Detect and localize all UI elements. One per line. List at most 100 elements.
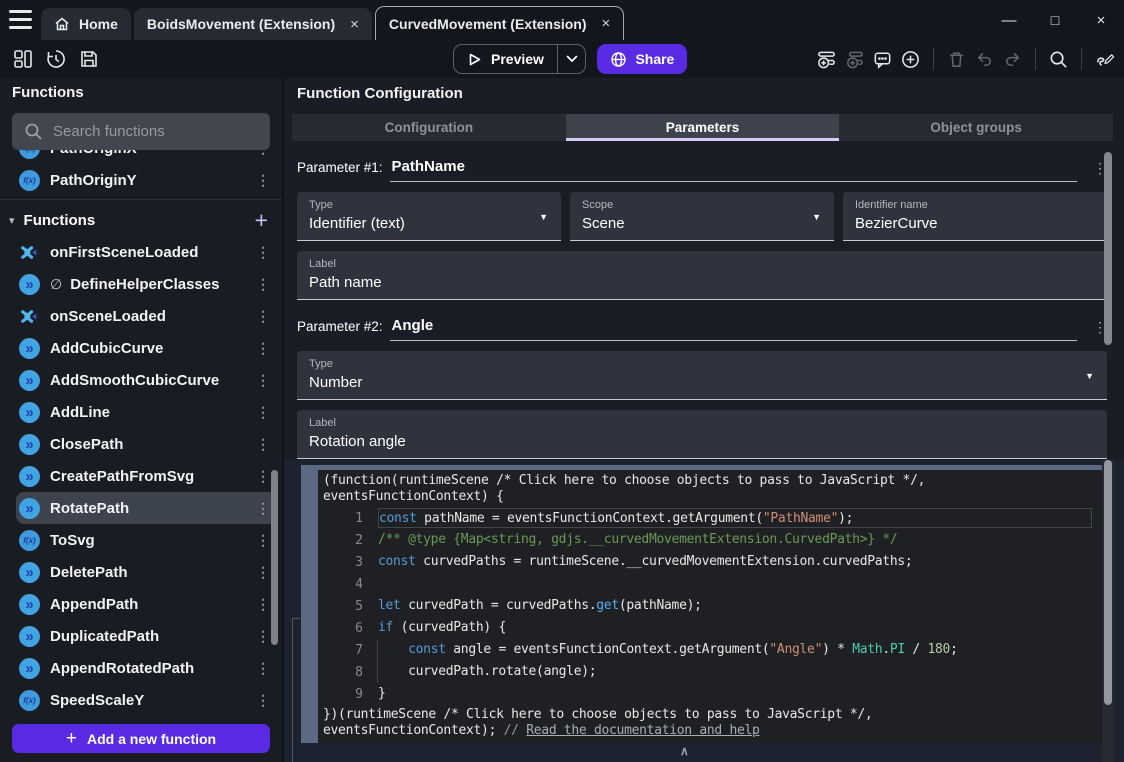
code-line[interactable]: 8 curvedPath.rotate(angle); xyxy=(323,661,1102,683)
item-menu-icon[interactable]: ⋮ xyxy=(256,564,270,581)
maximize-button[interactable]: □ xyxy=(1032,12,1078,28)
function-name: RotatePath xyxy=(50,500,256,517)
trash-icon[interactable] xyxy=(946,49,967,70)
code-line[interactable]: 4 xyxy=(323,573,1102,595)
preview-button[interactable]: Preview xyxy=(453,44,586,74)
item-menu-icon[interactable]: ⋮ xyxy=(256,468,270,485)
code-line[interactable]: 6if (curvedPath) { xyxy=(323,617,1102,639)
preview-options-button[interactable] xyxy=(558,45,585,73)
function-list-item[interactable]: »AppendRotatedPath⋮ xyxy=(16,652,276,684)
events-scrollbar-thumb[interactable] xyxy=(1104,460,1112,705)
tab-object-groups[interactable]: Object groups xyxy=(839,114,1113,141)
line-number: 7 xyxy=(323,643,378,658)
function-list-item[interactable]: »AddCubicCurve⋮ xyxy=(16,332,276,364)
function-list-item[interactable]: »DeletePath⋮ xyxy=(16,556,276,588)
layout-icon[interactable] xyxy=(12,48,34,70)
line-number: 6 xyxy=(323,621,378,636)
minimize-button[interactable]: — xyxy=(986,12,1032,29)
share-button[interactable]: Share xyxy=(597,44,687,74)
item-menu-icon[interactable]: ⋮ xyxy=(256,628,270,645)
function-list-item[interactable]: f(x)ToSvg⋮ xyxy=(16,524,276,556)
redo-icon[interactable] xyxy=(1002,49,1023,70)
item-menu-icon[interactable]: ⋮ xyxy=(256,436,270,453)
item-menu-icon[interactable]: ⋮ xyxy=(256,660,270,677)
item-menu-icon[interactable]: ⋮ xyxy=(256,532,270,549)
function-list-item[interactable]: f(x)PathOriginY⋮ xyxy=(16,164,276,196)
function-list-item[interactable]: f(x)SpeedScaleY⋮ xyxy=(16,684,276,716)
item-menu-icon[interactable]: ⋮ xyxy=(256,372,270,389)
function-list-item[interactable]: »ClosePath⋮ xyxy=(16,428,276,460)
add-comment-icon[interactable] xyxy=(872,49,893,70)
function-list-item[interactable]: »CreatePathFromSvg⋮ xyxy=(16,460,276,492)
function-list-item[interactable]: »DuplicatedPath⋮ xyxy=(16,620,276,652)
close-button[interactable]: × xyxy=(1078,12,1124,29)
item-menu-icon[interactable]: ⋮ xyxy=(256,692,270,709)
field-label: Identifier name xyxy=(855,199,1095,211)
functions-section-header[interactable]: ▾Functions+ xyxy=(0,204,282,236)
function-list-item[interactable]: »∅DefineHelperClasses⋮ xyxy=(16,268,276,300)
preview-button-main[interactable]: Preview xyxy=(454,45,557,73)
undo-icon[interactable] xyxy=(974,49,995,70)
history-icon[interactable] xyxy=(45,48,67,70)
scope-select[interactable]: Scope Scene ▼ xyxy=(570,192,834,241)
search-icon[interactable] xyxy=(1048,49,1069,70)
documentation-link[interactable]: Read the documentation and help xyxy=(526,723,759,738)
function-list-item[interactable]: »RotatePath⋮ xyxy=(16,492,276,524)
function-list-item[interactable]: f(x)PathOriginX⋮ xyxy=(16,150,276,164)
main-menu-icon[interactable] xyxy=(9,10,32,29)
code-line[interactable]: 3const curvedPaths = runtimeScene.__curv… xyxy=(323,551,1102,573)
function-name: DeletePath xyxy=(50,564,256,581)
parameter-name-input[interactable]: Angle xyxy=(390,317,1077,341)
item-menu-icon[interactable]: ⋮ xyxy=(256,150,270,157)
close-tab-icon[interactable]: × xyxy=(350,16,359,33)
item-menu-icon[interactable]: ⋮ xyxy=(256,276,270,293)
tab-boidsmovement[interactable]: BoidsMovement (Extension) × xyxy=(134,8,372,40)
code-line[interactable]: 1const pathName = eventsFunctionContext.… xyxy=(323,507,1102,529)
code-line[interactable]: 2/** @type {Map<string, gdjs.__curvedMov… xyxy=(323,529,1102,551)
type-select[interactable]: Type Number ▼ xyxy=(297,351,1107,400)
javascript-code-event[interactable]: (function(runtimeScene /* Click here to … xyxy=(301,465,1102,743)
code-line[interactable]: 5let curvedPath = curvedPaths.get(pathNa… xyxy=(323,595,1102,617)
toolbar-divider xyxy=(933,48,934,70)
code-lines[interactable]: 1const pathName = eventsFunctionContext.… xyxy=(323,507,1102,705)
edit-scene-icon[interactable] xyxy=(1094,49,1115,70)
collapse-arrow-icon[interactable]: ▾ xyxy=(9,214,15,227)
add-new-function-button[interactable]: + Add a new function xyxy=(12,724,270,753)
code-line[interactable]: 9} xyxy=(323,683,1102,705)
sidebar-scrollbar[interactable] xyxy=(271,470,278,645)
identifier-name-input[interactable]: Identifier name BezierCurve xyxy=(843,192,1107,241)
code-line[interactable]: 7 const angle = eventsFunctionContext.ge… xyxy=(323,639,1102,661)
function-list-item[interactable]: »AddLine⋮ xyxy=(16,396,276,428)
search-input[interactable] xyxy=(12,113,270,150)
add-function-plus-icon[interactable]: + xyxy=(255,209,268,232)
function-list-item[interactable]: onFirstSceneLoaded⋮ xyxy=(16,236,276,268)
item-menu-icon[interactable]: ⋮ xyxy=(256,596,270,613)
tab-configuration[interactable]: Configuration xyxy=(292,114,566,141)
label-input[interactable]: Label Path name xyxy=(297,251,1107,300)
item-menu-icon[interactable]: ⋮ xyxy=(256,172,270,189)
parameter-name-input[interactable]: PathName xyxy=(390,158,1077,182)
item-menu-icon[interactable]: ⋮ xyxy=(256,244,270,261)
code-editor[interactable]: (function(runtimeScene /* Click here to … xyxy=(318,470,1102,743)
item-menu-icon[interactable]: ⋮ xyxy=(256,308,270,325)
function-list-item[interactable]: »AppendPath⋮ xyxy=(16,588,276,620)
function-list-item[interactable]: onSceneLoaded⋮ xyxy=(16,300,276,332)
item-menu-icon[interactable]: ⋮ xyxy=(256,340,270,357)
tab-parameters[interactable]: Parameters xyxy=(566,114,840,141)
add-event-icon[interactable] xyxy=(816,49,837,70)
events-scrollbar-track[interactable] xyxy=(1102,460,1114,762)
config-scrollbar[interactable] xyxy=(1104,152,1112,345)
save-icon[interactable] xyxy=(78,48,100,70)
tab-home[interactable]: Home xyxy=(41,8,131,40)
code-text: let curvedPath = curvedPaths.get(pathNam… xyxy=(378,596,1102,616)
item-menu-icon[interactable]: ⋮ xyxy=(256,500,270,517)
type-select[interactable]: Type Identifier (text) ▼ xyxy=(297,192,561,241)
item-menu-icon[interactable]: ⋮ xyxy=(256,404,270,421)
close-tab-icon[interactable]: × xyxy=(602,15,611,32)
tab-curvedmovement[interactable]: CurvedMovement (Extension) × xyxy=(375,6,624,40)
add-circle-icon[interactable] xyxy=(900,49,921,70)
function-list-item[interactable]: »AddSmoothCubicCurve⋮ xyxy=(16,364,276,396)
code-token: eventsFunctionContext) { xyxy=(323,489,504,504)
add-subevent-icon[interactable] xyxy=(844,49,865,70)
label-input[interactable]: Label Rotation angle xyxy=(297,410,1107,459)
